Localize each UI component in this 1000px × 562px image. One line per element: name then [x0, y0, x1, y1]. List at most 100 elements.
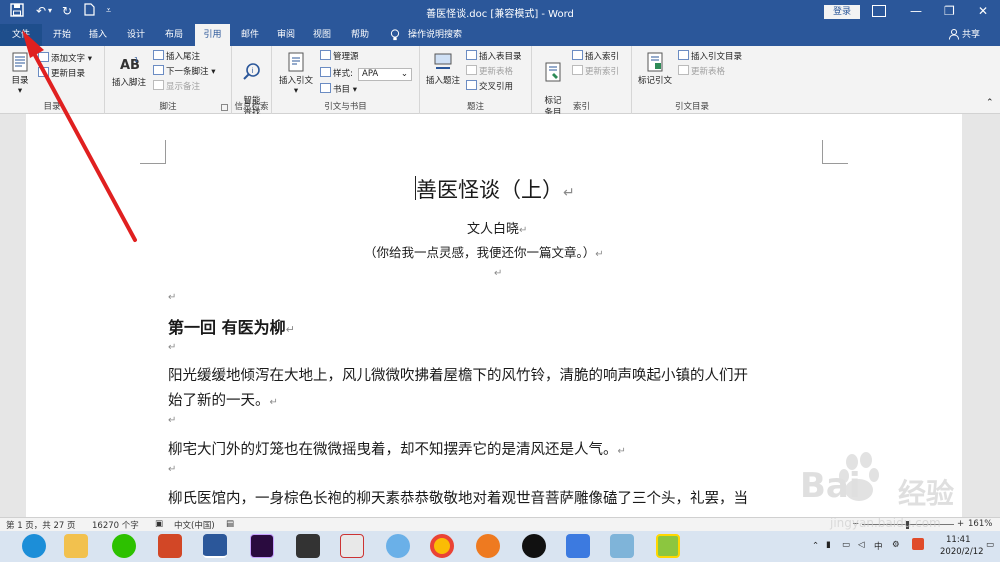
page-count[interactable]: 第 1 页，共 27 页 — [6, 519, 76, 531]
tab-design[interactable]: 设计 — [120, 24, 152, 46]
insert-caption-button[interactable]: 插入题注 — [424, 52, 462, 86]
login-button[interactable]: 登录 — [824, 5, 860, 19]
volume-icon[interactable]: ◁ — [858, 540, 865, 550]
watermark-url: jingyan.baidu.com — [830, 516, 941, 530]
insert-index-button[interactable]: 插入索引 — [572, 50, 619, 64]
toc-button[interactable]: 目录 ▾ — [6, 52, 34, 96]
proofing-icon[interactable]: ▣ — [155, 519, 163, 529]
word-icon[interactable] — [203, 534, 227, 558]
collapse-ribbon-icon[interactable]: ⌃ — [986, 96, 994, 110]
tab-references[interactable]: 引用 — [195, 24, 230, 46]
insert-endnote-button[interactable]: 插入尾注 — [153, 50, 200, 64]
manage-sources-button[interactable]: 管理源 — [320, 50, 359, 64]
next-footnote-button[interactable]: 下一条脚注 ▾ — [153, 65, 215, 79]
app-icon-ink[interactable] — [610, 534, 634, 558]
group-toa: 标记引文 插入引文目录 更新表格 引文目录 — [632, 46, 752, 114]
watermark-brand: Bai — [800, 466, 861, 506]
update-index-icon — [572, 65, 583, 75]
close-icon[interactable]: ✕ — [978, 3, 988, 19]
paragraph-mark: ↵ — [168, 415, 177, 426]
tab-home[interactable]: 开始 — [46, 24, 78, 46]
ribbon-tabs: 文件 开始 插入 设计 布局 引用 邮件 审阅 视图 帮助 操作说明搜索 共享 — [0, 24, 1000, 46]
update-toa-button[interactable]: 更新表格 — [678, 65, 725, 79]
add-text-icon — [38, 52, 49, 62]
mark-entry-icon — [545, 62, 561, 82]
sogou-icon[interactable] — [912, 538, 924, 550]
author-line: 文人白晓↵ — [467, 222, 528, 237]
powerpoint-icon[interactable] — [158, 534, 182, 558]
update-table-button[interactable]: 更新表格 — [466, 65, 513, 79]
app-icon-orange[interactable] — [476, 534, 500, 558]
footnote-launcher-icon[interactable] — [221, 104, 228, 111]
tab-file[interactable]: 文件 — [0, 24, 42, 46]
tab-view[interactable]: 视图 — [306, 24, 338, 46]
insert-citation-button[interactable]: 插入引文 ▾ — [278, 52, 314, 96]
mark-citation-icon — [647, 52, 663, 72]
show-notes-button[interactable]: 显示备注 — [153, 80, 200, 94]
video-editor-icon[interactable] — [296, 534, 320, 558]
start-icon[interactable] — [22, 534, 46, 558]
update-toc-button[interactable]: 更新目录 — [38, 67, 85, 81]
network-icon[interactable]: ▮ — [826, 540, 831, 550]
app-icon-plane[interactable] — [566, 534, 590, 558]
group-captions: 插入题注 插入表目录 更新表格 交叉引用 题注 — [420, 46, 532, 114]
accessibility-icon[interactable]: ▤ — [226, 519, 234, 529]
tab-layout[interactable]: 布局 — [158, 24, 190, 46]
ime-icon[interactable]: 中 — [874, 540, 883, 552]
group-footnotes: AB 1 插入脚注 插入尾注 下一条脚注 ▾ 显示备注 脚注 — [105, 46, 232, 114]
group-label-captions: 题注 — [466, 102, 484, 112]
qq-icon[interactable] — [522, 534, 546, 558]
group-label-footnotes: 脚注 — [159, 102, 177, 112]
ribbon-references: 目录 ▾ 添加文字 ▾ 更新目录 目录 AB 1 插入脚注 插入尾注 下一条脚注 ▾… — [0, 46, 1000, 118]
citation-style-select[interactable]: APA ⌄ — [358, 68, 412, 81]
notification-icon[interactable]: ▭ — [986, 540, 994, 550]
app-icon-bird[interactable] — [386, 534, 410, 558]
insert-toa-button[interactable]: 插入引文目录 — [678, 50, 742, 64]
cross-reference-icon — [466, 80, 477, 90]
ribbon-display-options-icon[interactable] — [872, 5, 886, 17]
group-index: 标记 条目 插入索引 更新索引 索引 — [532, 46, 632, 118]
insert-footnote-button[interactable]: AB 1 插入脚注 — [111, 54, 147, 88]
add-text-button[interactable]: 添加文字 ▾ — [38, 52, 92, 66]
svg-text:i: i — [252, 67, 254, 75]
insert-tof-button[interactable]: 插入表目录 — [466, 50, 522, 64]
app-icon-green[interactable] — [656, 534, 680, 558]
cross-reference-button[interactable]: 交叉引用 — [466, 80, 513, 94]
paragraph-mark: ↵ — [168, 342, 177, 353]
word-count[interactable]: 16270 个字 — [92, 519, 139, 531]
tray-chevron-icon[interactable]: ⌃ — [812, 541, 819, 551]
chrome-icon[interactable] — [430, 534, 454, 558]
premiere-icon[interactable] — [250, 534, 274, 558]
language-indicator[interactable]: 中文(中国) — [174, 519, 215, 531]
manage-sources-icon — [320, 50, 331, 60]
bibliography-button[interactable]: 书目 ▾ — [320, 83, 357, 97]
svg-text:1: 1 — [134, 56, 138, 64]
footnote-icon: AB1 — [120, 56, 139, 73]
mark-citation-button[interactable]: 标记引文 — [636, 52, 674, 86]
tab-help[interactable]: 帮助 — [344, 24, 376, 46]
battery-icon[interactable]: ▭ — [842, 540, 850, 550]
tab-review[interactable]: 审阅 — [270, 24, 302, 46]
title-bar: ↶ ▾ ↻ ⩡ 善医怪谈.doc [兼容模式] - Word 登录 — ❐ ✕ — [0, 0, 1000, 24]
app-icon-red[interactable] — [340, 534, 364, 558]
update-table-icon — [466, 65, 477, 75]
group-label-toc: 目录 — [43, 102, 61, 112]
update-toc-icon — [38, 67, 49, 77]
paragraph-mark: ↵ — [168, 464, 177, 475]
group-toc: 目录 ▾ 添加文字 ▾ 更新目录 目录 — [0, 46, 105, 114]
clock-date[interactable]: 2020/2/12 — [940, 547, 984, 557]
tab-mailings[interactable]: 邮件 — [234, 24, 266, 46]
maximize-icon[interactable]: ❐ — [944, 3, 955, 19]
chapter-heading: 第一回 有医为柳↵ — [168, 318, 295, 337]
input-settings-icon[interactable]: ⚙ — [892, 540, 900, 550]
tab-insert[interactable]: 插入 — [82, 24, 114, 46]
wechat-icon[interactable] — [112, 534, 136, 558]
lightbulb-icon — [388, 24, 402, 46]
update-index-button[interactable]: 更新索引 — [572, 65, 619, 79]
user-icon[interactable] — [948, 24, 960, 46]
tell-me-search[interactable]: 操作说明搜索 — [408, 24, 478, 46]
group-research: i 智能 查找 信息检索 — [232, 46, 272, 118]
file-explorer-icon[interactable] — [64, 534, 88, 558]
share-button[interactable]: 共享 — [962, 24, 994, 46]
minimize-icon[interactable]: — — [910, 3, 922, 19]
